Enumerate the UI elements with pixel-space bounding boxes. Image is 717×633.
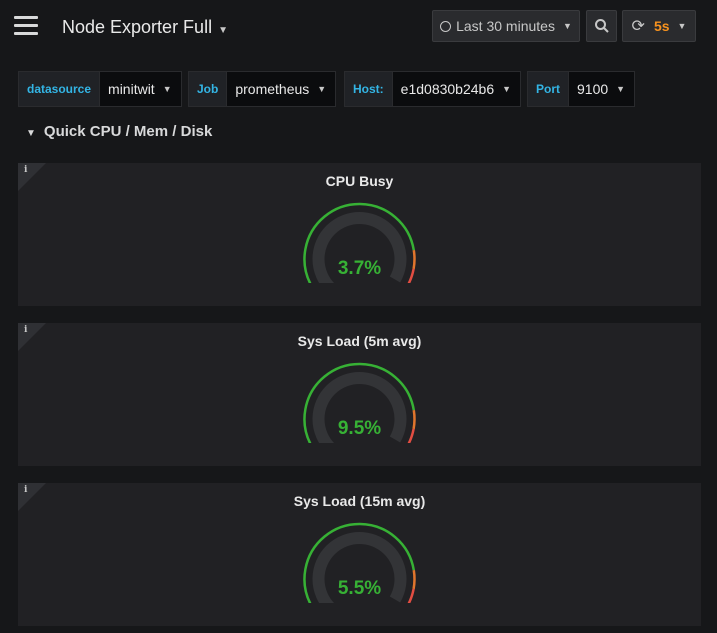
variable-value: 9100 <box>577 81 609 97</box>
variable-select[interactable]: minitwit ▼ <box>100 71 182 107</box>
dashboard-title-text: Node Exporter Full <box>62 17 213 37</box>
variable-port: Port 9100 ▼ <box>527 71 636 107</box>
variable-label: Host: <box>344 71 393 107</box>
caret-down-icon: ▼ <box>317 84 327 94</box>
panel-title[interactable]: CPU Busy <box>18 173 701 189</box>
panel-sys-load-15m: i Sys Load (15m avg) 5.5% <box>18 483 701 626</box>
caret-down-icon: ▼ <box>616 84 626 94</box>
row-title-text: Quick CPU / Mem / Disk <box>43 123 213 140</box>
panel-sys-load-5m: i Sys Load (5m avg) 9.5% <box>18 323 701 466</box>
variable-label: Port <box>527 71 569 107</box>
row-header[interactable]: ▼ Quick CPU / Mem / Disk <box>26 123 212 140</box>
magnifier-icon <box>594 19 609 33</box>
caret-down-icon: ▼ <box>502 84 512 94</box>
variable-job: Job prometheus ▼ <box>188 71 337 107</box>
variable-host: Host: e1d0830b24b6 ▼ <box>344 71 522 107</box>
variable-label: datasource <box>18 71 101 107</box>
caret-down-icon: ▼ <box>218 25 228 36</box>
variable-label: Job <box>188 71 228 107</box>
variable-select[interactable]: 9100 ▼ <box>569 71 636 107</box>
variable-value: minitwit <box>108 81 155 97</box>
refresh-icon: ⟳ <box>631 18 645 35</box>
gauge-value: 9.5% <box>337 418 382 439</box>
refresh-picker[interactable]: ⟳ 5s ▼ <box>622 10 696 42</box>
template-variables-bar: datasource minitwit ▼ Job prometheus ▼ Hos… <box>18 71 717 107</box>
dashboard-title[interactable]: Node Exporter Full ▼ <box>62 17 228 38</box>
panel-title[interactable]: Sys Load (5m avg) <box>18 333 701 349</box>
caret-down-icon: ▼ <box>562 21 572 31</box>
variable-value: prometheus <box>235 81 310 97</box>
top-navbar: Node Exporter Full ▼ Last 30 minutes ▼ ⟳ … <box>0 0 717 56</box>
variable-datasource: datasource minitwit ▼ <box>18 71 182 107</box>
panel-cpu-busy: i CPU Busy 3.7% <box>18 163 701 306</box>
time-range-picker[interactable]: Last 30 minutes ▼ <box>432 10 580 42</box>
caret-down-icon: ▼ <box>162 84 172 94</box>
refresh-interval-label: 5s <box>653 18 670 34</box>
variable-value: e1d0830b24b6 <box>400 81 495 97</box>
panel-title[interactable]: Sys Load (15m avg) <box>18 493 701 509</box>
variable-select[interactable]: e1d0830b24b6 ▼ <box>392 71 522 107</box>
time-range-label: Last 30 minutes <box>456 18 555 34</box>
clock-icon <box>440 20 452 32</box>
caret-down-icon: ▼ <box>677 21 687 31</box>
hamburger-menu-icon[interactable] <box>14 16 38 38</box>
variable-select[interactable]: prometheus ▼ <box>227 71 337 107</box>
chevron-down-icon: ▼ <box>26 128 36 139</box>
gauge-value: 3.7% <box>337 258 382 279</box>
zoom-out-button[interactable] <box>586 10 617 42</box>
gauge-value: 5.5% <box>337 578 382 599</box>
